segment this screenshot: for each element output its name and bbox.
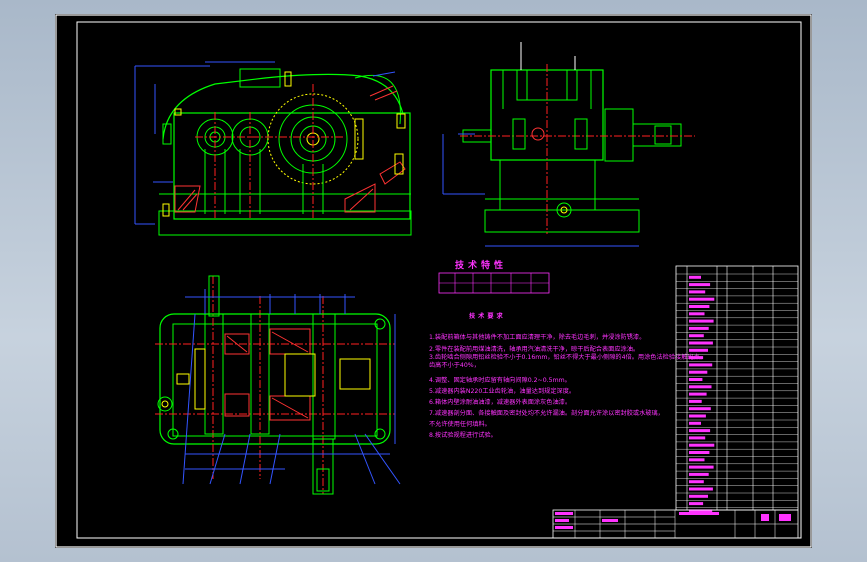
parts-row-text-mark (689, 378, 703, 381)
parts-row-text-mark (689, 458, 705, 462)
parts-row-text-mark (689, 297, 715, 301)
parts-row-text-mark (689, 392, 707, 396)
parts-row-text-mark (689, 494, 708, 498)
drawing-sheet: 技术特性 技术要求 1.装配前箱体与其他铸件不加工面应清理干净，除去毛边毛刺，并… (55, 14, 812, 548)
note-2: 2.零件在装配前用煤油清洗，轴承用汽油清洗干净，晾干后配合表面应涂油。 (429, 345, 639, 353)
parts-row-text-mark (689, 363, 713, 367)
parts-row-text-mark (689, 436, 706, 440)
parts-row-text-mark (689, 385, 712, 389)
parts-row-text-mark (689, 319, 714, 323)
parts-row-text-mark (689, 472, 709, 476)
parts-row-text-mark (689, 312, 705, 316)
note-3: 3.齿轮啮合侧隙用铅丝检验不小于0.16mm，铅丝不得大于最小侧隙的4倍。用涂色… (429, 353, 706, 361)
parts-row-text-mark (689, 356, 704, 360)
parts-row-text-mark (689, 502, 704, 506)
parts-row-text-mark (689, 399, 702, 403)
side-view (442, 42, 695, 247)
parts-row-text-mark (689, 429, 711, 433)
parts-row-text-mark (689, 334, 704, 338)
drawing-canvas: 技术特性 技术要求 1.装配前箱体与其他铸件不加工面应清理干净，除去毛边毛刺，并… (55, 14, 812, 548)
title-block (552, 509, 799, 539)
parts-row-text-mark (689, 275, 701, 279)
parts-row-text-mark (689, 465, 714, 469)
tech-requirements: 技术要求 1.装配前箱体与其他铸件不加工面应清理干净，除去毛边毛刺，并浸涂防锈漆… (429, 312, 706, 439)
note-6: 6.箱体内壁涂耐油油漆，减速器外表面涂灰色油漆。 (429, 398, 571, 406)
parts-list (675, 265, 799, 513)
note-1: 1.装配前箱体与其他铸件不加工面应清理干净，除去毛边毛刺，并浸涂防锈漆。 (429, 333, 645, 341)
parts-row-text-mark (689, 326, 709, 330)
front-view (134, 61, 412, 236)
parts-row-text-mark (689, 443, 715, 447)
parts-row-text-mark (689, 370, 708, 374)
parts-row-text-mark (689, 414, 706, 418)
note-8: 8.按试验规程进行试验。 (429, 431, 497, 439)
parts-row-text-mark (689, 305, 710, 308)
parts-row-text-mark (689, 283, 711, 287)
note-5: 5.减速器内装N220工业齿轮油，油量达到规定深度。 (429, 387, 575, 395)
parts-row-text-mark (689, 451, 710, 454)
note-3-cont: 齿高不小于40%， (429, 361, 480, 369)
tech-chars-title: 技术特性 (455, 259, 507, 271)
tech-reqs-title: 技术要求 (469, 312, 506, 320)
parts-row-text-mark (689, 407, 711, 411)
parts-row-text-mark (689, 487, 713, 491)
parts-row-text-mark (689, 290, 706, 294)
tech-characteristics: 技术特性 (438, 259, 550, 294)
parts-row-text-mark (689, 480, 704, 484)
parts-row-text-mark (689, 341, 713, 345)
top-section-view (155, 275, 401, 495)
parts-row-text-mark (689, 421, 701, 425)
cad-viewport[interactable]: 技术特性 技术要求 1.装配前箱体与其他铸件不加工面应清理干净，除去毛边毛刺，并… (0, 0, 867, 562)
parts-row-text-mark (689, 348, 708, 352)
note-7: 7.减速器剖分面、各接触面及密封处均不允许漏油。剖分面允许涂以密封胶或水玻璃， (429, 409, 664, 417)
note-7-cont: 不允许使用任何填料。 (429, 420, 491, 428)
note-4: 4.调整、固定轴承时应留有轴向间隙0.2~0.5mm。 (429, 376, 571, 384)
